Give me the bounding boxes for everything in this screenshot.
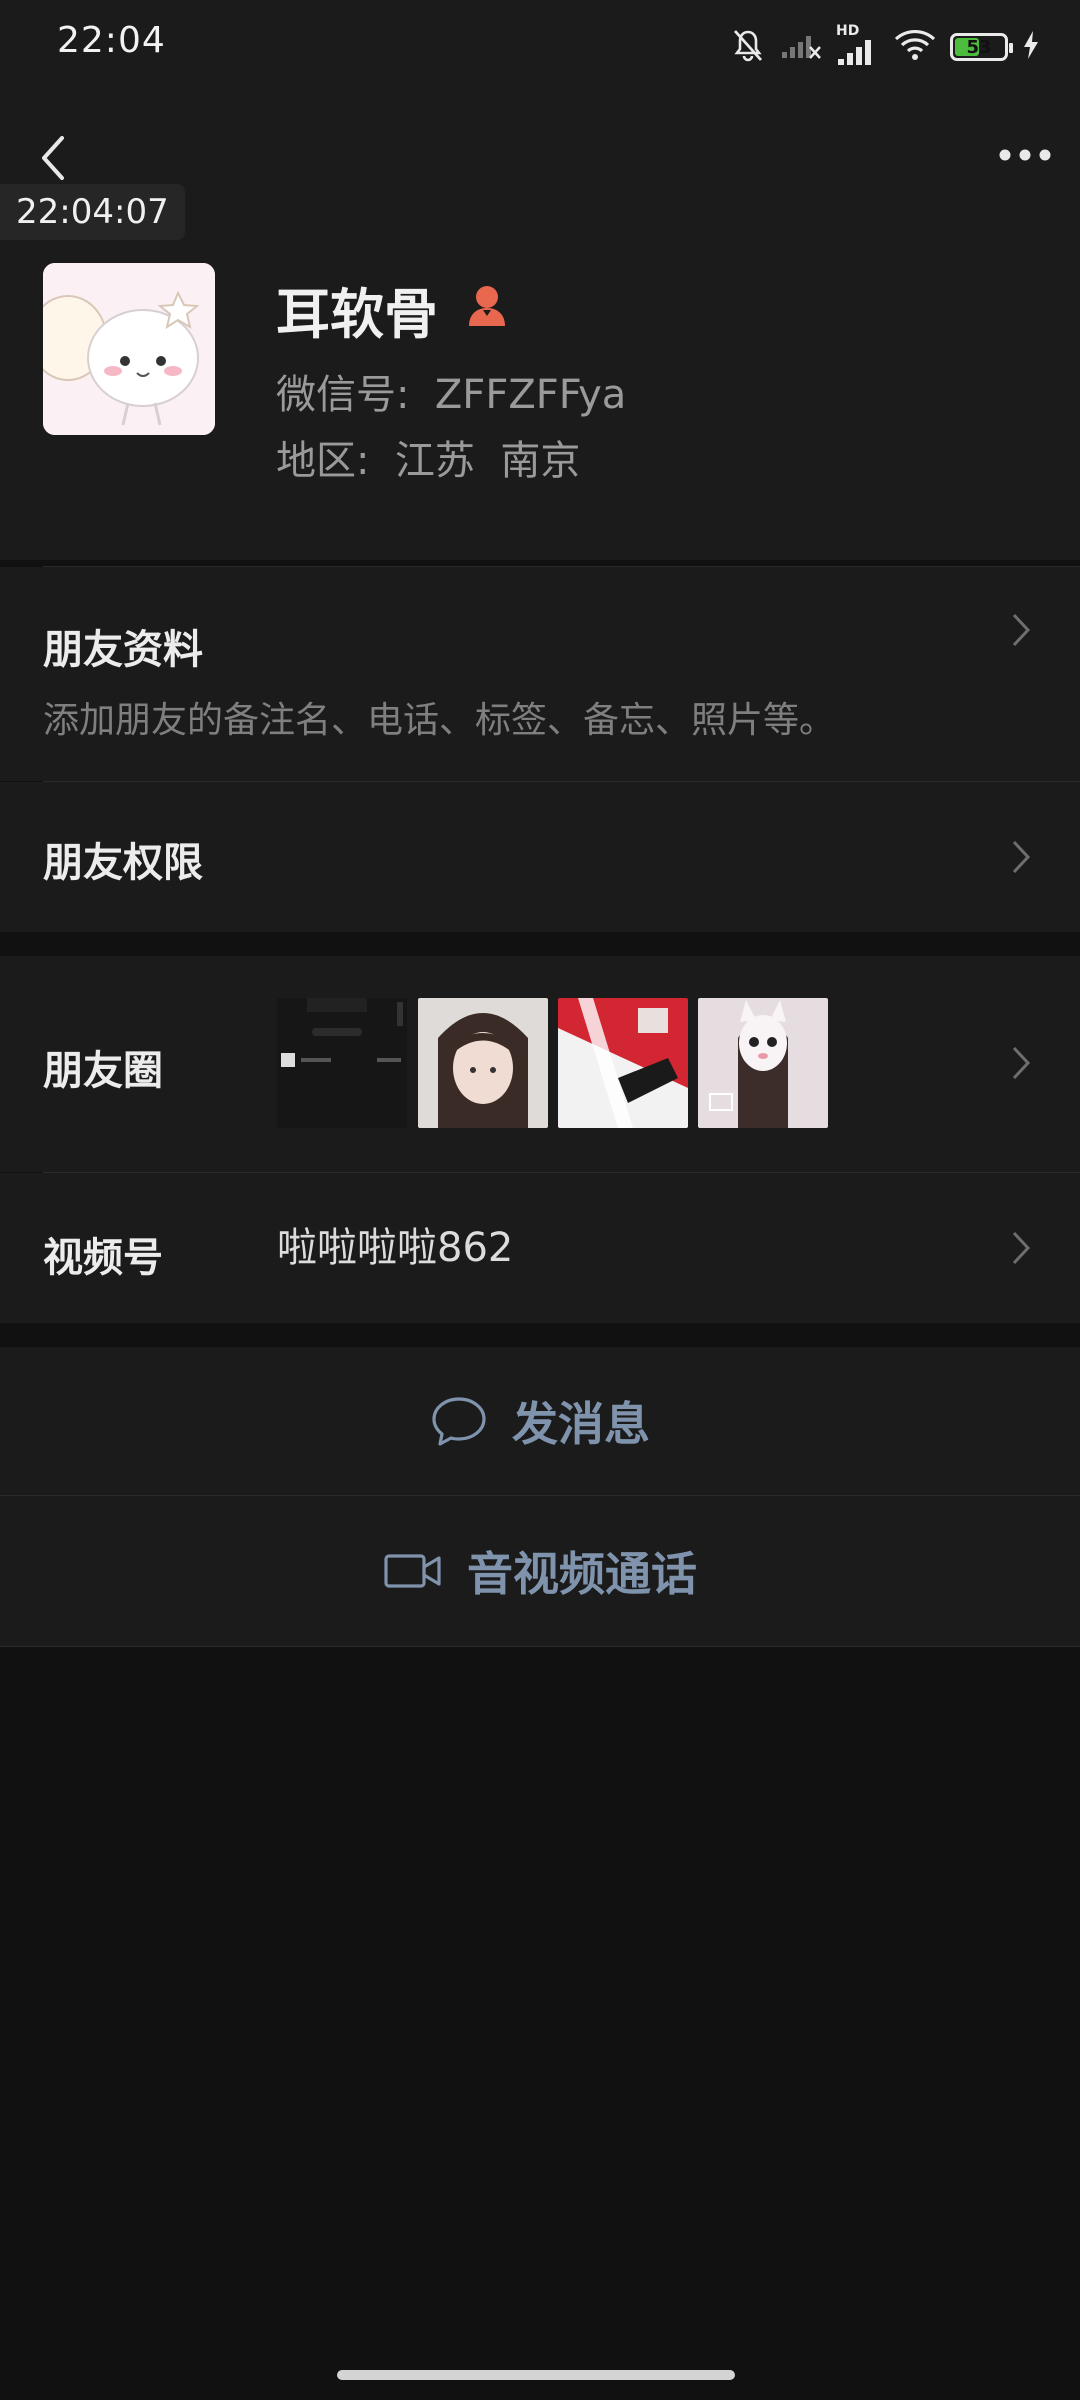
nickname: 耳软骨 (276, 283, 438, 346)
signal-off-icon (780, 30, 822, 64)
mute-bell-icon (730, 27, 766, 67)
chevron-right-icon (1012, 1231, 1031, 1265)
chat-bubble-icon (432, 1397, 486, 1446)
moments-thumbnail-2 (418, 998, 548, 1128)
video-camera-icon (384, 1554, 441, 1588)
chevron-right-icon (1012, 1046, 1031, 1080)
status-icons: HD 53 (730, 23, 1040, 70)
avatar[interactable] (43, 263, 215, 435)
divider (0, 1646, 1080, 1647)
female-badge-icon (466, 282, 508, 330)
region: 地区: 江苏 南京 (276, 438, 581, 484)
moments-thumbnail-3 (558, 998, 688, 1128)
channels-title: 视频号 (43, 1235, 163, 1281)
friend-info-row[interactable]: 朋友资料 添加朋友的备注名、电话、标签、备忘、照片等。 (0, 567, 1080, 781)
friend-info-title: 朋友资料 (43, 627, 203, 673)
channels-value: 啦啦啦啦862 (277, 1225, 514, 1271)
battery-text: 53 (966, 36, 992, 58)
chevron-left-icon (42, 136, 64, 180)
section-gap (0, 932, 1080, 956)
friend-permissions-row[interactable]: 朋友权限 (0, 782, 1080, 932)
battery-icon: 53 (950, 33, 1013, 61)
screenshot-time-overlay: 22:04:07 (0, 184, 185, 240)
av-call-button[interactable]: 音视频通话 (0, 1496, 1080, 1646)
moments-thumbnail-4 (698, 998, 828, 1128)
moments-thumbnail-1 (277, 998, 407, 1128)
signal-hd-icon: HD (836, 23, 880, 67)
status-time: 22:04 (57, 20, 166, 61)
send-message-button[interactable]: 发消息 (0, 1347, 1080, 1495)
charging-icon (1022, 30, 1040, 64)
channels-row[interactable]: 视频号 啦啦啦啦862 (0, 1173, 1080, 1323)
chevron-right-icon (1012, 840, 1031, 874)
cartoon-avatar-image (43, 263, 215, 435)
friend-info-subtitle: 添加朋友的备注名、电话、标签、备忘、照片等。 (43, 700, 836, 741)
av-call-label: 音视频通话 (467, 1547, 697, 1601)
send-message-label: 发消息 (512, 1397, 650, 1451)
more-dots-icon (999, 149, 1051, 161)
back-button[interactable] (30, 128, 80, 188)
moments-title: 朋友圈 (43, 1048, 163, 1094)
more-button[interactable] (995, 135, 1055, 175)
chevron-right-icon (1012, 613, 1031, 647)
section-gap (0, 1323, 1080, 1347)
wechat-id: 微信号: ZFFZFFya (276, 372, 627, 418)
home-indicator[interactable] (337, 2370, 735, 2380)
friend-permissions-title: 朋友权限 (43, 840, 203, 886)
wifi-icon (894, 29, 936, 65)
